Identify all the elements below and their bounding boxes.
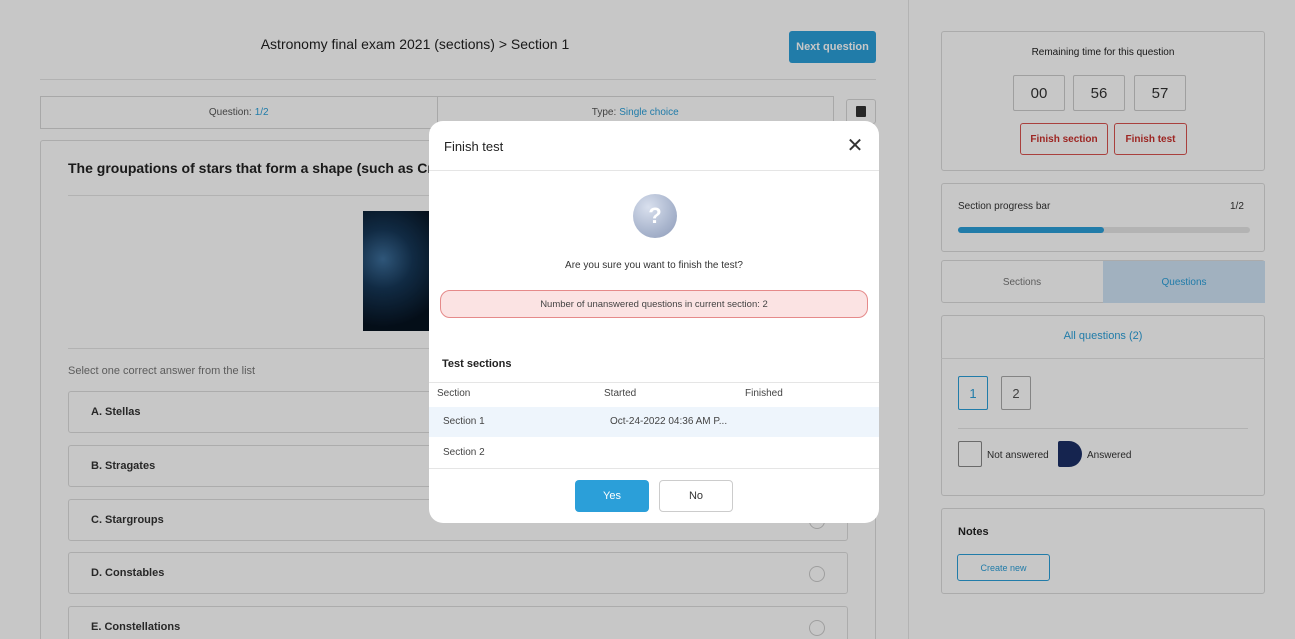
unanswered-alert: Number of unanswered questions in curren… [440, 290, 868, 318]
yes-button[interactable]: Yes [575, 480, 649, 512]
finish-test-modal: Finish test ✕ ? Are you sure you want to… [429, 121, 879, 523]
question-mark-icon: ? [633, 194, 677, 238]
row-section: Section 1 [443, 416, 485, 427]
test-sections-title: Test sections [442, 358, 512, 370]
modal-header-divider [429, 170, 879, 171]
column-header-section: Section [437, 388, 471, 399]
column-header-finished: Finished [745, 388, 783, 399]
table-row: Section 1 Oct-24-2022 04:36 AM P... [429, 407, 879, 437]
row-started: Oct-24-2022 04:36 AM P... [610, 416, 728, 427]
confirm-question: Are you sure you want to finish the test… [565, 260, 743, 271]
modal-footer-divider [429, 468, 879, 469]
close-icon[interactable]: ✕ [844, 135, 866, 157]
table-top-divider [429, 382, 879, 383]
modal-title: Finish test [444, 139, 504, 154]
exam-page: Astronomy final exam 2021 (sections) > S… [0, 0, 1295, 639]
column-header-started: Started [604, 388, 637, 399]
row-section: Section 2 [443, 447, 485, 458]
no-button[interactable]: No [659, 480, 733, 512]
table-row: Section 2 [429, 438, 879, 468]
